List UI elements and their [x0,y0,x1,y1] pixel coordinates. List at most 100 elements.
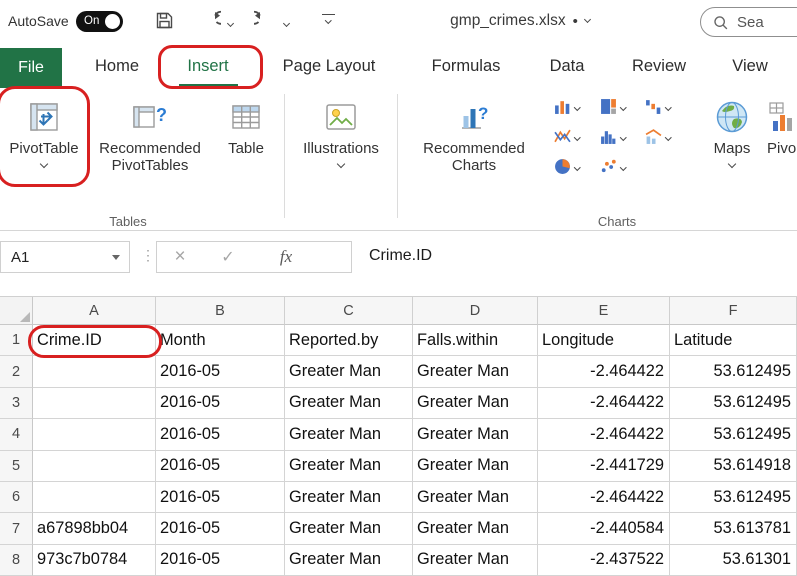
pivottable-button[interactable]: PivotTable [2,94,86,167]
cell-D8[interactable]: Greater Man [413,545,538,576]
cell-E6[interactable]: -2.464422 [538,482,670,513]
illustrations-button[interactable]: Illustrations [293,94,389,167]
cell-F7[interactable]: 53.613781 [670,513,797,544]
redo-dropdown-chevron-icon[interactable] [283,20,290,27]
cell-C8[interactable]: Greater Man [285,545,413,576]
row-header-3[interactable]: 3 [0,388,33,419]
cell-B6[interactable]: 2016-05 [156,482,285,513]
row-header-8[interactable]: 8 [0,545,33,576]
cell-E1[interactable]: Longitude [538,325,670,356]
cell-D2[interactable]: Greater Man [413,356,538,387]
enter-button[interactable]: ✓ [203,247,253,267]
document-title[interactable]: gmp_crimes.xlsx • [420,12,620,30]
quick-access-toolbar-button[interactable] [322,14,335,23]
tab-insert[interactable]: Insert [187,57,228,76]
cell-D4[interactable]: Greater Man [413,419,538,450]
cell-D5[interactable]: Greater Man [413,451,538,482]
line-scatter-chart-button[interactable] [554,128,580,145]
tab-page-layout[interactable]: Page Layout [283,57,376,76]
row-header-5[interactable]: 5 [0,451,33,482]
cell-E5[interactable]: -2.441729 [538,451,670,482]
save-button[interactable] [155,11,174,35]
cell-F5[interactable]: 53.614918 [670,451,797,482]
cell-A7[interactable]: a67898bb04 [33,513,156,544]
autosave-toggle[interactable]: On [76,11,123,32]
cell-D6[interactable]: Greater Man [413,482,538,513]
cell-F3[interactable]: 53.612495 [670,388,797,419]
cell-C3[interactable]: Greater Man [285,388,413,419]
column-header-B[interactable]: B [156,297,285,325]
cell-C5[interactable]: Greater Man [285,451,413,482]
cell-C1[interactable]: Reported.by [285,325,413,356]
cell-D7[interactable]: Greater Man [413,513,538,544]
cell-E7[interactable]: -2.440584 [538,513,670,544]
row-header-7[interactable]: 7 [0,513,33,544]
cell-B5[interactable]: 2016-05 [156,451,285,482]
cell-A4[interactable] [33,419,156,450]
name-box-dropdown[interactable] [103,242,129,272]
cell-B1[interactable]: Month [156,325,285,356]
undo-button[interactable] [201,10,221,35]
cell-B3[interactable]: 2016-05 [156,388,285,419]
maps-button[interactable]: Maps [700,94,764,167]
cell-C2[interactable]: Greater Man [285,356,413,387]
tab-review[interactable]: Review [632,57,686,76]
cell-A8[interactable]: 973c7b0784 [33,545,156,576]
cell-E4[interactable]: -2.464422 [538,419,670,450]
formula-bar-handle-icon[interactable]: ⋮ [141,247,155,264]
statistic-chart-button[interactable] [600,128,626,145]
cell-E3[interactable]: -2.464422 [538,388,670,419]
cell-E8[interactable]: -2.437522 [538,545,670,576]
insert-function-button[interactable]: fx [253,247,319,267]
combo-chart-button[interactable] [645,128,671,145]
cell-A3[interactable] [33,388,156,419]
column-header-E[interactable]: E [538,297,670,325]
column-header-C[interactable]: C [285,297,413,325]
pivotchart-button[interactable]: Pivo [762,94,797,157]
cell-B7[interactable]: 2016-05 [156,513,285,544]
column-header-F[interactable]: F [670,297,797,325]
hierarchy-chart-button[interactable] [600,98,626,115]
column-chart-button[interactable] [554,98,580,115]
cell-A2[interactable] [33,356,156,387]
row-header-2[interactable]: 2 [0,356,33,387]
cell-F1[interactable]: Latitude [670,325,797,356]
tab-home[interactable]: Home [95,57,139,76]
recommended-pivottables-button[interactable]: ? Recommended PivotTables [90,94,210,174]
cell-F2[interactable]: 53.612495 [670,356,797,387]
tab-formulas[interactable]: Formulas [432,57,501,76]
table-button[interactable]: Table [212,94,280,157]
row-header-6[interactable]: 6 [0,482,33,513]
cell-F8[interactable]: 53.61301 [670,545,797,576]
redo-button[interactable] [254,10,274,35]
waterfall-chart-button[interactable] [645,98,671,115]
tab-file[interactable]: File [0,48,62,88]
pie-chart-button[interactable] [554,158,580,175]
cell-A1[interactable]: Crime.ID [33,325,156,356]
cell-C4[interactable]: Greater Man [285,419,413,450]
recommended-charts-button[interactable]: ? Recommended Charts [404,94,544,174]
cancel-button[interactable]: × [157,246,203,268]
cell-B2[interactable]: 2016-05 [156,356,285,387]
cell-B8[interactable]: 2016-05 [156,545,285,576]
cell-B4[interactable]: 2016-05 [156,419,285,450]
name-box[interactable]: A1 [0,241,130,273]
row-header-4[interactable]: 4 [0,419,33,450]
search-input[interactable]: Sea [700,7,797,37]
cell-A5[interactable] [33,451,156,482]
tab-view[interactable]: View [732,57,767,76]
cell-D3[interactable]: Greater Man [413,388,538,419]
scatter-chart-button[interactable] [600,158,626,175]
undo-dropdown-chevron-icon[interactable] [227,20,234,27]
cell-F4[interactable]: 53.612495 [670,419,797,450]
column-header-A[interactable]: A [33,297,156,325]
select-all-button[interactable] [0,297,33,325]
cell-A6[interactable] [33,482,156,513]
cell-C7[interactable]: Greater Man [285,513,413,544]
row-header-1[interactable]: 1 [0,325,33,356]
cell-C6[interactable]: Greater Man [285,482,413,513]
cell-F6[interactable]: 53.612495 [670,482,797,513]
tab-data[interactable]: Data [550,57,585,76]
formula-bar-input[interactable]: Crime.ID [369,247,432,265]
cell-E2[interactable]: -2.464422 [538,356,670,387]
